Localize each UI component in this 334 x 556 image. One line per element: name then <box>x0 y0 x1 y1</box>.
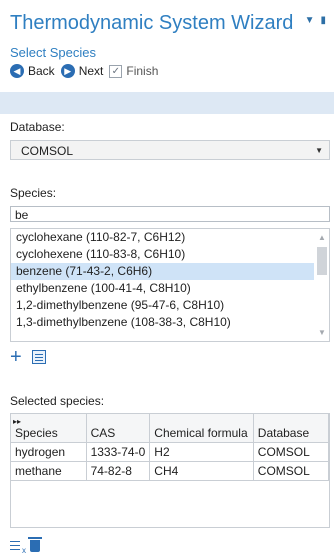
selected-toolbar <box>10 537 42 555</box>
finish-label: Finish <box>126 64 159 78</box>
next-button[interactable]: ▶ Next <box>60 64 104 78</box>
table-cell: COMSOL <box>253 461 330 481</box>
page-subtitle: Select Species <box>10 45 96 60</box>
table-header-row: ▸▸ Species CAS Chemical formula Database <box>11 414 330 443</box>
next-label: Next <box>78 64 104 78</box>
database-select[interactable]: COMSOL ▼ <box>10 140 330 160</box>
arrow-left-circle-icon: ◀ <box>10 64 24 78</box>
back-label: Back <box>28 64 55 78</box>
database-selected-value: COMSOL <box>21 144 74 158</box>
list-item[interactable]: cyclohexane (110-82-7, C6H12) <box>11 229 314 246</box>
finish-button[interactable]: ✓ Finish <box>109 64 158 78</box>
list-item[interactable]: ethylbenzene (100-41-4, C8H10) <box>11 280 314 297</box>
pin-icon[interactable]: ▮ <box>320 16 326 26</box>
list-item[interactable]: cyclohexene (110-83-8, C6H10) <box>11 246 314 263</box>
sort-icon: ▸▸ <box>13 416 22 426</box>
scroll-thumb[interactable] <box>317 247 327 275</box>
header-controls: ▼ ▮ <box>305 16 326 26</box>
list-item[interactable]: 1,3-dimethylbenzene (108-38-3, C8H10) <box>11 314 314 331</box>
trash-icon[interactable] <box>28 537 42 552</box>
column-header-database[interactable]: Database <box>253 414 330 443</box>
checkbox-icon: ✓ <box>109 64 123 78</box>
chevron-down-icon[interactable]: ▼ <box>305 16 315 26</box>
list-scrollbar[interactable]: ▲ ▼ <box>315 229 329 341</box>
clear-list-icon[interactable] <box>10 540 26 555</box>
list-item-selected[interactable]: benzene (71-43-2, C6H6) <box>11 263 314 280</box>
table-cell: H2 <box>149 442 254 462</box>
scroll-down-icon[interactable]: ▼ <box>318 328 326 337</box>
selected-species-label: Selected species: <box>10 394 105 408</box>
species-label: Species: <box>10 186 57 200</box>
section-band <box>0 92 334 114</box>
arrow-right-circle-icon: ▶ <box>60 64 75 78</box>
selected-species-table: ▸▸ Species CAS Chemical formula Database… <box>10 413 330 528</box>
column-header-label: Species <box>15 425 58 440</box>
table-row[interactable]: hydrogen 1333-74-0 H2 COMSOL <box>11 442 330 462</box>
wizard-nav: ◀ Back ▶ Next ✓ Finish <box>10 64 158 78</box>
table-cell: 74-82-8 <box>86 461 151 481</box>
database-label: Database: <box>10 120 65 134</box>
plus-icon[interactable]: + <box>10 347 22 367</box>
table-cell: hydrogen <box>11 442 87 462</box>
table-cell: 1333-74-0 <box>86 442 151 462</box>
chevron-down-icon: ▼ <box>315 146 323 155</box>
wizard-window: Thermodynamic System Wizard ▼ ▮ Select S… <box>0 0 334 556</box>
table-add-icon[interactable] <box>31 350 46 364</box>
table-row[interactable]: methane 74-82-8 CH4 COMSOL <box>11 461 330 481</box>
scroll-up-icon[interactable]: ▲ <box>318 233 326 242</box>
column-header-cas[interactable]: CAS <box>86 414 151 443</box>
column-header-chemical-formula[interactable]: Chemical formula <box>149 414 254 443</box>
list-item[interactable]: 1,2-dimethylbenzene (95-47-6, C8H10) <box>11 297 314 314</box>
table-cell: methane <box>11 461 87 481</box>
species-toolbar: + <box>10 347 46 367</box>
species-list: cyclohexane (110-82-7, C6H12) cyclohexen… <box>10 228 330 342</box>
back-button[interactable]: ◀ Back <box>10 64 55 78</box>
table-cell: COMSOL <box>253 442 330 462</box>
column-header-species[interactable]: ▸▸ Species <box>11 414 87 443</box>
page-title: Thermodynamic System Wizard <box>10 12 294 34</box>
table-cell: CH4 <box>149 461 254 481</box>
species-search-input[interactable]: be <box>10 206 330 222</box>
